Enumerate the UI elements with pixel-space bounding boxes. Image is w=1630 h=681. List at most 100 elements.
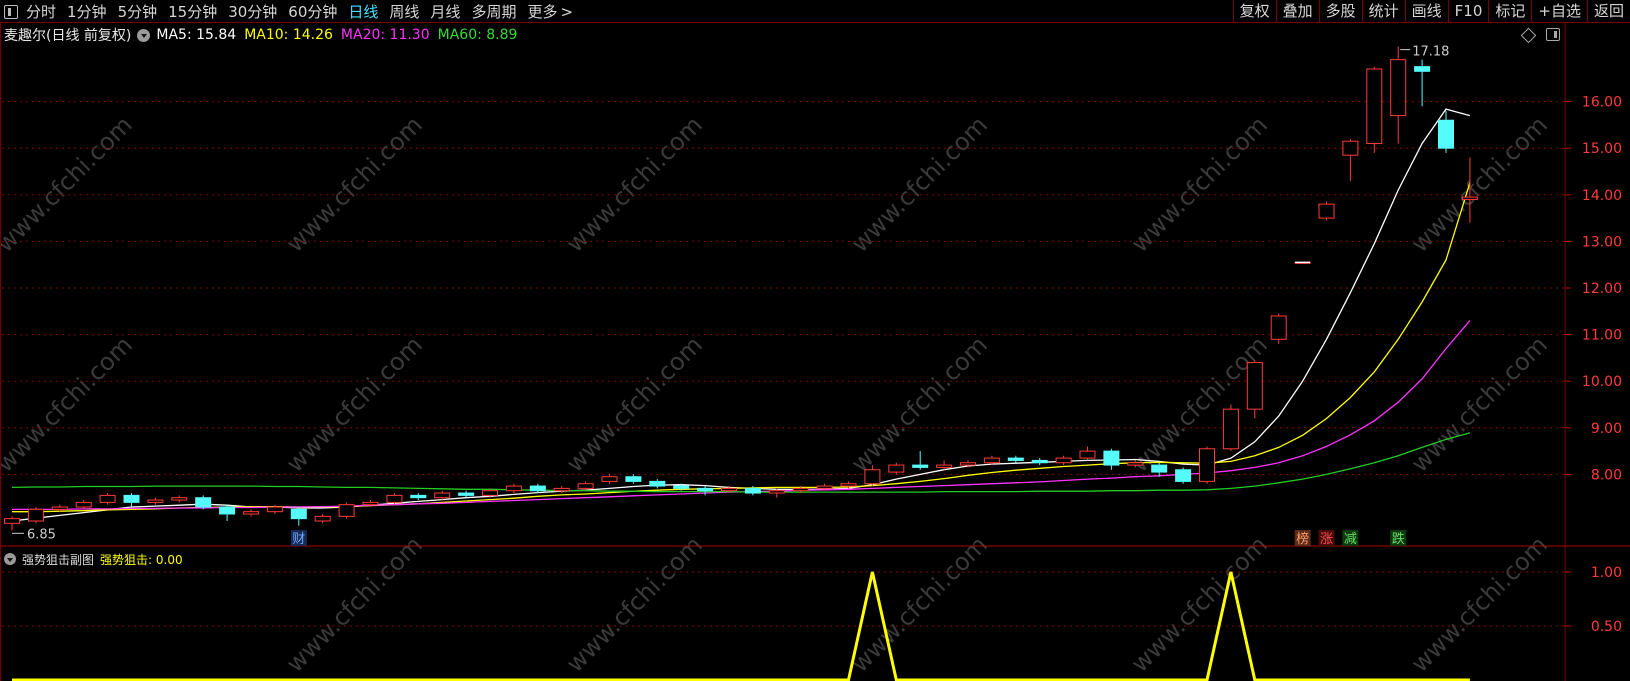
candle-body xyxy=(266,506,283,513)
period-toolbar: 分时 1分钟 5分钟 15分钟 30分钟 60分钟 日线 周线 月线 多周期 更… xyxy=(0,0,1630,23)
tab-multi-period[interactable]: 多周期 xyxy=(471,1,516,22)
price-tick-12: 12.00 xyxy=(1582,281,1622,297)
candle-body xyxy=(840,483,857,487)
badge-background xyxy=(1342,530,1359,546)
sub-indicator-value: 强势狙击: 0.00 xyxy=(100,552,183,567)
price-tick-13: 13.00 xyxy=(1582,234,1622,250)
watermark-text: www.cfchi.com xyxy=(0,331,138,478)
candle-body xyxy=(1294,261,1311,264)
sub-indicator-name: 强势狙击副图 xyxy=(22,552,95,567)
watermark-text: www.cfchi.com xyxy=(1126,111,1273,258)
watermark-text: www.cfchi.com xyxy=(1406,531,1553,678)
candle-body xyxy=(1079,450,1096,459)
watermark-text: www.cfchi.com xyxy=(1126,531,1273,678)
candle-body xyxy=(697,487,714,492)
candle-body xyxy=(1461,196,1478,200)
tab-fenshi[interactable]: 分时 xyxy=(26,1,56,22)
diamond-icon[interactable] xyxy=(1520,27,1537,44)
candle-body xyxy=(1270,315,1287,340)
candle-body xyxy=(434,492,451,499)
candle-body xyxy=(1175,469,1192,482)
timeframe-tabs: 分时 1分钟 5分钟 15分钟 30分钟 60分钟 日线 周线 月线 多周期 更… xyxy=(4,1,584,22)
high-price-label: 17.18 xyxy=(1412,45,1449,60)
candle-body xyxy=(314,515,331,522)
stock-name: 麦趣尔 xyxy=(4,28,46,44)
financial-report-badge[interactable]: 财 xyxy=(292,532,305,547)
ma10-value: MA10: 14.26 xyxy=(244,27,333,43)
tab-30min[interactable]: 30分钟 xyxy=(228,1,277,22)
candle-body xyxy=(936,464,953,468)
reduce-holding-badge[interactable]: 减 xyxy=(1344,532,1357,547)
tab-daily[interactable]: 日线 xyxy=(348,1,378,22)
candle-body xyxy=(1151,464,1168,473)
badge-background xyxy=(1318,530,1335,546)
tab-60min[interactable]: 60分钟 xyxy=(288,1,337,22)
limit-down-badge[interactable]: 跌 xyxy=(1392,531,1405,547)
sidebar-toggle-icon[interactable] xyxy=(4,4,18,19)
candle-body xyxy=(4,518,20,524)
stock-title: 麦趣尔(日线 前复权) xyxy=(4,25,131,45)
draw-line-button[interactable]: 画线 xyxy=(1404,0,1448,22)
candle-body xyxy=(816,485,833,489)
sub-chart-legend: 强势狙击副图 强势狙击: 0.00 xyxy=(4,551,183,567)
watermark-text: www.cfchi.com xyxy=(561,531,708,678)
grid-layer xyxy=(0,23,1630,681)
add-watchlist-button[interactable]: +自选 xyxy=(1531,0,1587,22)
watermark-text: www.cfchi.com xyxy=(0,111,138,258)
sub-tick-05: 0.50 xyxy=(1591,619,1622,635)
watermark-text: www.cfchi.com xyxy=(1406,331,1553,478)
leaderboard-badge[interactable]: 榜 xyxy=(1296,531,1309,547)
tab-15min[interactable]: 15分钟 xyxy=(168,1,217,22)
candle-body xyxy=(1031,459,1048,464)
fuquan-button[interactable]: 复权 xyxy=(1232,0,1276,22)
tab-1min[interactable]: 1分钟 xyxy=(67,1,107,22)
kline-chart: www.cfchi.com www.cfchi.com www.cfchi.com w… xyxy=(0,23,1630,681)
main-chart-legend: 麦趣尔(日线 前复权) MA5: 15.84 MA10: 14.26 MA20:… xyxy=(4,26,525,44)
candle-body xyxy=(983,457,1000,464)
mark-button[interactable]: 标记 xyxy=(1488,0,1531,22)
statistics-button[interactable]: 统计 xyxy=(1361,0,1405,22)
tab-5min[interactable]: 5分钟 xyxy=(118,1,158,22)
ma5-line xyxy=(11,108,1471,522)
ma20-value: MA20: 11.30 xyxy=(340,27,430,43)
candle-body xyxy=(888,464,905,473)
price-tick-11: 11.00 xyxy=(1582,328,1622,344)
tab-more-label: 更多 xyxy=(527,3,558,21)
candle-body xyxy=(51,506,68,510)
sub-indicator-menu-icon[interactable] xyxy=(4,553,16,565)
candle-body xyxy=(458,492,475,496)
candle-body xyxy=(960,462,976,466)
candle-body xyxy=(290,508,307,520)
candle-body xyxy=(744,487,761,494)
stock-mode: (日线 前复权) xyxy=(46,28,132,44)
tab-monthly[interactable]: 月线 xyxy=(430,1,460,22)
tab-weekly[interactable]: 周线 xyxy=(389,1,419,22)
f10-button[interactable]: F10 xyxy=(1447,0,1489,22)
candle-body xyxy=(27,508,44,522)
candle-body xyxy=(721,487,737,492)
strong-snipe-line xyxy=(12,571,1470,681)
low-price-label: 6.85 xyxy=(27,527,56,542)
candle-body xyxy=(1366,68,1383,145)
candle-body xyxy=(482,490,498,496)
candles-layer xyxy=(4,46,1478,531)
candle-body xyxy=(386,494,403,503)
candle-body xyxy=(1222,408,1239,450)
multi-stock-button[interactable]: 多股 xyxy=(1318,0,1362,22)
ma20-line xyxy=(12,320,1471,511)
back-button[interactable]: 返回 xyxy=(1586,0,1630,22)
candle-body xyxy=(1007,457,1024,461)
panel-toggle-icon[interactable] xyxy=(1546,28,1560,41)
price-tick-9: 9.00 xyxy=(1591,421,1622,437)
overlay-button[interactable]: 叠加 xyxy=(1275,0,1319,22)
tab-more[interactable]: 更多 > xyxy=(527,1,573,22)
indicator-menu-icon[interactable] xyxy=(137,28,151,42)
badge-background xyxy=(1294,530,1311,546)
price-tick-15: 15.00 xyxy=(1582,141,1622,157)
candle-body xyxy=(1199,448,1215,482)
candle-body xyxy=(1438,119,1454,149)
annotation-layer: 17.18 6.85 财 榜 涨 减 跌 xyxy=(12,45,1449,547)
price-axis: 16.00 15.00 14.00 13.00 12.00 11.00 10.0… xyxy=(1582,95,1622,484)
candle-body xyxy=(649,480,666,487)
limit-up-badge[interactable]: 涨 xyxy=(1320,532,1333,547)
